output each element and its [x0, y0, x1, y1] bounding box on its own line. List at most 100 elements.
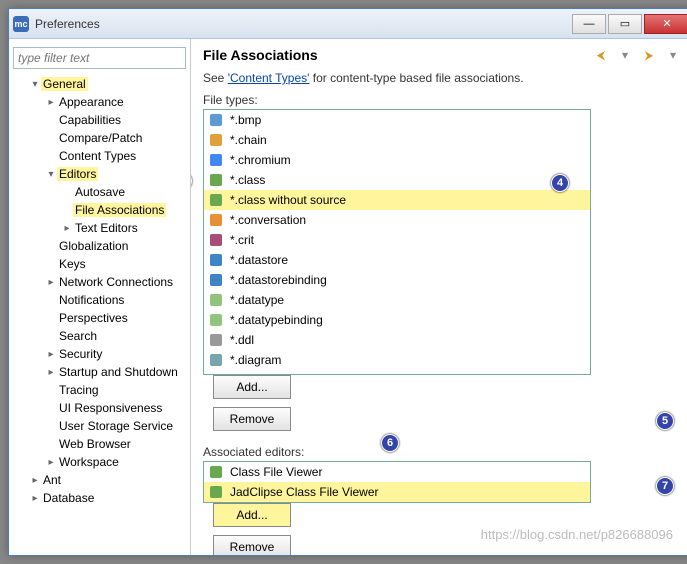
filetype-row[interactable]: *.chromium: [204, 150, 590, 170]
tree-item[interactable]: ▾General: [13, 75, 186, 93]
filetype-label: *.conversation: [230, 213, 306, 227]
filter-input[interactable]: [13, 47, 186, 69]
filetype-label: *.chain: [230, 133, 267, 147]
filetype-row[interactable]: *.bmp: [204, 110, 590, 130]
tree-item[interactable]: Content Types: [13, 147, 186, 165]
expander-icon[interactable]: ▸: [29, 493, 41, 504]
tree-item[interactable]: Globalization: [13, 237, 186, 255]
expander-icon[interactable]: ▸: [45, 97, 57, 108]
filetype-row[interactable]: *.datastorebinding: [204, 270, 590, 290]
expander-icon[interactable]: ▸: [45, 457, 57, 468]
tree-item[interactable]: Web Browser: [13, 435, 186, 453]
filetype-icon: [208, 292, 224, 308]
editors-remove-button[interactable]: Remove: [213, 535, 291, 555]
filetype-row[interactable]: *.class: [204, 170, 590, 190]
forward-menu-icon[interactable]: ▾: [664, 47, 682, 63]
tree-label: Tracing: [57, 383, 101, 397]
tree-label: Appearance: [57, 95, 126, 109]
filetypes-add-button[interactable]: Add...: [213, 375, 291, 399]
tree-label: Workspace: [57, 455, 121, 469]
filetype-label: *.datatype: [230, 293, 284, 307]
tree-item[interactable]: ▾Editors: [13, 165, 186, 183]
filetype-row[interactable]: *.datatypebinding: [204, 310, 590, 330]
tree-item[interactable]: Perspectives: [13, 309, 186, 327]
tree-item[interactable]: User Storage Service: [13, 417, 186, 435]
tree-item[interactable]: Notifications: [13, 291, 186, 309]
tree-label: UI Responsiveness: [57, 401, 164, 415]
filetype-icon: [208, 232, 224, 248]
filetype-row[interactable]: *.crit: [204, 230, 590, 250]
tree-item[interactable]: ▸Startup and Shutdown: [13, 363, 186, 381]
tree-item[interactable]: ▸Workspace: [13, 453, 186, 471]
filetype-label: *.diagram: [230, 353, 281, 367]
tree-item[interactable]: File Associations: [13, 201, 186, 219]
tree-item[interactable]: Keys: [13, 255, 186, 273]
filetype-row[interactable]: *.diagram: [204, 350, 590, 370]
content-types-link[interactable]: 'Content Types': [228, 71, 310, 85]
tree-label: File Associations: [73, 203, 166, 217]
annotation-badge-3: 3: [191, 172, 192, 190]
filetype-row[interactable]: *.ddl: [204, 330, 590, 350]
filetype-label: *.datastore: [230, 253, 288, 267]
tree-item[interactable]: UI Responsiveness: [13, 399, 186, 417]
filetype-row[interactable]: *.datatype: [204, 290, 590, 310]
tree-item[interactable]: ▸Network Connections: [13, 273, 186, 291]
filetype-icon: [208, 252, 224, 268]
titlebar: mc Preferences — ▭ ✕: [9, 9, 687, 39]
filetype-row[interactable]: *.conversation: [204, 210, 590, 230]
filetype-icon: [208, 112, 224, 128]
tree-item[interactable]: ▸Ant: [13, 471, 186, 489]
editor-icon: [208, 484, 224, 500]
filetype-icon: [208, 312, 224, 328]
expander-icon[interactable]: ▾: [45, 169, 57, 180]
editor-label: JadClipse Class File Viewer: [230, 485, 379, 499]
tree-item[interactable]: ▸Appearance: [13, 93, 186, 111]
tree-label: Startup and Shutdown: [57, 365, 180, 379]
preference-tree: ▾General▸AppearanceCapabilitiesCompare/P…: [13, 75, 186, 507]
tree-item[interactable]: Capabilities: [13, 111, 186, 129]
associated-editors-list[interactable]: Class File Viewer JadClipse Class File Vi…: [203, 461, 591, 503]
tree-item[interactable]: ▸Database: [13, 489, 186, 507]
expander-icon[interactable]: ▾: [29, 79, 41, 90]
maximize-button[interactable]: ▭: [608, 14, 642, 34]
filetype-row[interactable]: *.chain: [204, 130, 590, 150]
editor-row[interactable]: Class File Viewer: [204, 462, 590, 482]
tree-item[interactable]: Search: [13, 327, 186, 345]
main-panel: File Associations ⮜ ▾ ⮞ ▾ See 'Content T…: [191, 39, 687, 555]
expander-icon[interactable]: ▸: [29, 475, 41, 486]
filetype-row[interactable]: *.datastore: [204, 250, 590, 270]
app-icon: mc: [13, 16, 29, 32]
editor-row[interactable]: JadClipse Class File Viewer: [204, 482, 590, 502]
tree-item[interactable]: Tracing: [13, 381, 186, 399]
filetype-icon: [208, 192, 224, 208]
annotation-badge-4: 4: [551, 174, 569, 192]
expander-icon[interactable]: ▸: [61, 223, 73, 234]
tree-label: Content Types: [57, 149, 138, 163]
tree-label: Web Browser: [57, 437, 133, 451]
filetype-icon: [208, 152, 224, 168]
expander-icon[interactable]: ▸: [45, 277, 57, 288]
tree-item[interactable]: ▸Text Editors: [13, 219, 186, 237]
window-title: Preferences: [35, 17, 570, 31]
tree-item[interactable]: ▸Security: [13, 345, 186, 363]
tree-label: Database: [41, 491, 96, 505]
back-menu-icon[interactable]: ▾: [616, 47, 634, 63]
filetype-label: *.class without source: [230, 193, 346, 207]
back-icon[interactable]: ⮜: [592, 47, 610, 63]
expander-icon[interactable]: ▸: [45, 367, 57, 378]
filetype-label: *.crit: [230, 233, 254, 247]
tree-label: General: [41, 77, 88, 91]
minimize-button[interactable]: —: [572, 14, 606, 34]
filetype-row[interactable]: *.class without source: [204, 190, 590, 210]
filetypes-list[interactable]: *.bmp *.chain *.chromium *.class *.class wit…: [203, 109, 591, 375]
forward-icon[interactable]: ⮞: [640, 47, 658, 63]
close-button[interactable]: ✕: [644, 14, 687, 34]
preferences-window: mc Preferences — ▭ ✕ ▾General▸Appearance…: [8, 8, 687, 556]
filetype-label: *.class: [230, 173, 265, 187]
expander-icon[interactable]: ▸: [45, 349, 57, 360]
editors-add-button[interactable]: Add...: [213, 503, 291, 527]
tree-item[interactable]: Autosave: [13, 183, 186, 201]
filetypes-remove-button[interactable]: Remove: [213, 407, 291, 431]
filetype-icon: [208, 172, 224, 188]
tree-item[interactable]: Compare/Patch: [13, 129, 186, 147]
